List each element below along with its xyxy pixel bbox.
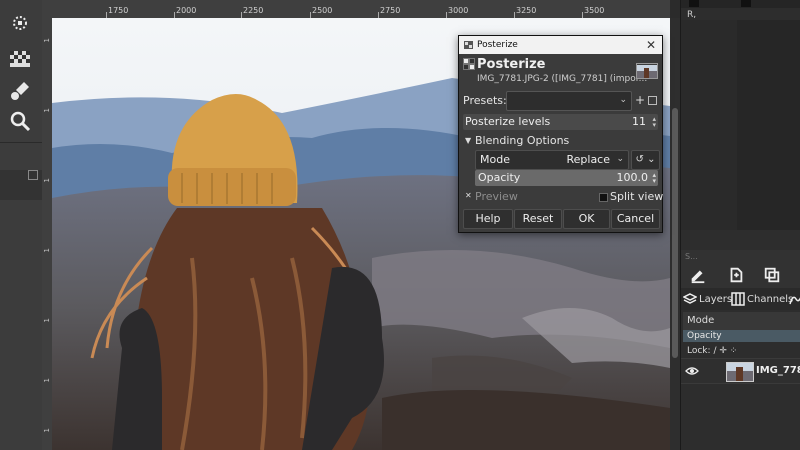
layers-icon [683,293,697,304]
ok-button[interactable]: OK [563,209,610,229]
ruler-corner [42,0,52,18]
toolbox [0,0,42,450]
ruler-label: 3250 [516,6,537,15]
dock-top-strip [681,0,800,8]
new-document-icon[interactable] [725,264,747,286]
preview-label: Preview [475,190,518,203]
gradient-icon[interactable] [6,46,34,72]
preview-checkbox[interactable]: ✕ [465,192,473,200]
split-view-label: Split view [610,190,664,203]
posterize-levels-spinner[interactable]: Posterize levels 11 ▴ ▾ [463,114,658,130]
opacity-value[interactable]: 100.0 [617,171,649,184]
ruler-label: 1 [43,248,51,253]
dock-faint-label: S... [685,252,698,261]
ruler-top: 1750 2000 2250 2500 2750 3000 3250 3500 [52,0,670,19]
layer-item[interactable]: IMG_778 [681,358,800,384]
ruler-label: 2750 [380,6,401,15]
layer-thumbnail [726,362,754,382]
close-icon[interactable]: ✕ [646,36,656,54]
channels-icon [731,292,745,306]
tab-layers[interactable]: Layers [683,290,732,308]
canvas-vertical-scrollbar[interactable] [670,18,680,450]
eye-icon[interactable] [685,364,699,378]
expander-triangle-icon: ▼ [465,136,472,145]
lock-row: Lock: ∕ ✛ ⁘ [683,344,800,358]
ruler-label: 1 [43,378,51,383]
opacity-slider[interactable]: Opacity 100.0 ▴ ▾ [475,170,658,186]
blending-options-label: Blending Options [475,134,570,147]
ruler-label: 1 [43,178,51,183]
chevron-down-icon: ⌄ [619,95,627,105]
levels-value[interactable]: 11 [632,115,646,128]
dock-empty-area [681,20,800,230]
reset-button[interactable]: Reset [514,209,562,229]
spinner-arrows-icon[interactable]: ▴ ▾ [652,116,656,129]
layer-name: IMG_778 [756,365,800,376]
toolbox-divider [0,142,42,143]
reset-arrow-icon: ↺ [635,154,644,165]
mode-value: Replace [566,153,610,166]
layer-mode-row[interactable]: Mode [683,312,800,330]
layer-opacity-row[interactable]: Opacity [683,330,800,342]
ruler-label: 2250 [243,6,264,15]
split-view-checkbox[interactable] [599,193,608,202]
tab-channels-label: Channels [747,293,794,305]
image-thumbnail [636,63,658,79]
posterize-dialog: Posterize ✕ Posterize IMG_7781.JPG-2 ([I… [458,35,663,233]
dialog-title: Posterize [477,40,518,50]
fuzzy-select-icon[interactable] [6,10,34,36]
add-preset-button[interactable]: + [635,93,645,107]
duplicate-icon[interactable] [761,264,783,286]
dock-tabs: Layers Channels [681,288,800,310]
presets-menu-icon[interactable] [648,96,657,105]
lock-icons[interactable]: ∕ ✛ ⁘ [713,346,737,356]
paint-brush-icon[interactable] [6,78,34,104]
right-dock: R, S... Layers Channels Mode Opacity Loc [680,0,800,450]
dock-tools-row: S... [681,250,800,290]
dialog-heading: Posterize [477,57,546,72]
cancel-button[interactable]: Cancel [611,209,660,229]
dialog-titlebar[interactable]: Posterize ✕ [459,36,662,54]
ruler-label: 3000 [448,6,469,15]
dialog-image-name: IMG_7781.JPG-2 ([IMG_7781] (impor... [477,74,648,84]
ruler-label: 1750 [108,6,129,15]
ruler-label: 1 [43,38,51,43]
layer-opacity-label: Opacity [687,331,722,341]
ruler-label: 1 [43,318,51,323]
dock-r-label: R, [687,10,697,20]
levels-label: Posterize levels [465,115,551,128]
spinner-arrows-icon[interactable]: ▴ ▾ [652,172,656,185]
layer-mode-label: Mode [687,315,715,326]
tab-layers-label: Layers [699,293,733,305]
scrollbar-thumb[interactable] [672,108,678,358]
magnify-icon[interactable] [6,108,34,134]
ruler-label: 2000 [176,6,197,15]
tool-options-menu-icon[interactable] [28,170,38,180]
posterize-icon [464,41,473,49]
composite-mode-button[interactable]: ↺ ⌄ [631,150,660,170]
opacity-label: Opacity [478,171,521,184]
help-button[interactable]: Help [463,209,513,229]
split-view-checkbox-row[interactable]: Split view [599,190,663,204]
posterize-icon [463,58,475,70]
mode-label: Mode [480,153,510,166]
tab-channels[interactable]: Channels [731,290,793,308]
paths-icon [789,296,800,305]
presets-dropdown[interactable]: ⌄ [506,91,632,111]
chevron-down-icon: ⌄ [616,154,624,164]
blending-options-expander[interactable]: ▼ Blending Options [463,134,658,148]
presets-label: Presets: [463,94,507,107]
ruler-label: 2500 [312,6,333,15]
edit-icon[interactable] [687,264,709,286]
tab-paths[interactable] [789,290,800,308]
ruler-label: 1 [43,428,51,433]
blend-mode-dropdown[interactable]: Mode Replace ⌄ [475,150,629,170]
lock-label: Lock: [687,346,711,356]
ruler-label: 1 [43,108,51,113]
ruler-label: 3500 [584,6,605,15]
